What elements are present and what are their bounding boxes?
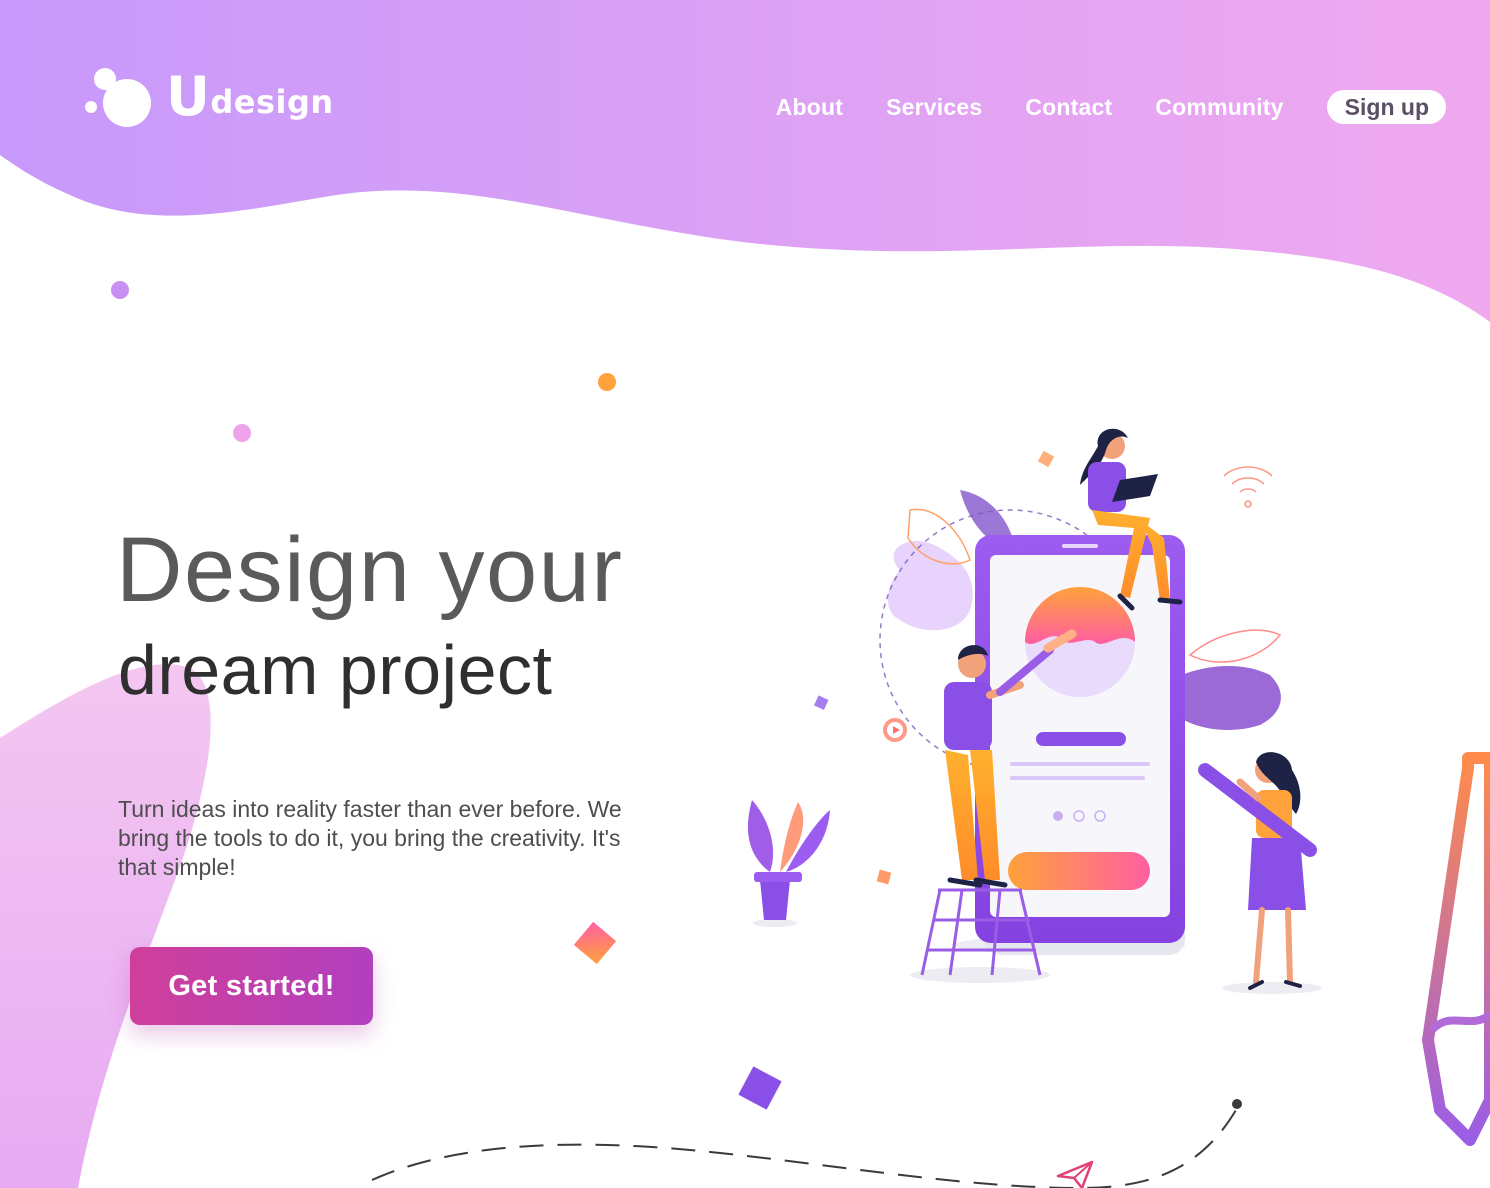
leaf-blob-left — [887, 540, 973, 631]
phone-speaker — [1062, 544, 1098, 548]
ground-shadow — [1222, 982, 1322, 994]
bubble-logo-icon — [85, 68, 151, 127]
leaf-blob-right — [1170, 665, 1281, 730]
phone-button — [1008, 852, 1150, 890]
nav-link-about[interactable]: About — [776, 90, 843, 124]
nav-link-services[interactable]: Services — [886, 90, 982, 124]
bottom-dashed-curve — [371, 1109, 1237, 1188]
nav-link-contact[interactable]: Contact — [1025, 90, 1112, 124]
woman-with-pencil — [1198, 752, 1317, 990]
dashed-curve-end-dot — [1232, 1099, 1242, 1109]
signup-button[interactable]: Sign up — [1326, 90, 1446, 124]
ground-shadow — [753, 919, 797, 927]
header-wave — [0, 0, 1490, 322]
nav-link-community[interactable]: Community — [1155, 90, 1283, 124]
phone-text-line — [1010, 776, 1145, 780]
play-icon — [883, 718, 907, 742]
left-blob — [0, 664, 211, 1188]
hero-title-line1: Design your — [116, 519, 624, 621]
wifi-icon — [1223, 466, 1273, 508]
phone-dot-active — [1053, 811, 1063, 821]
brand-logo[interactable]: Udesign — [84, 62, 344, 138]
leaf-outline-right — [1188, 629, 1282, 663]
phone-text-line — [1010, 762, 1150, 766]
ground-shadow — [910, 967, 1050, 983]
phone-title-bar — [1036, 732, 1126, 746]
potted-plant-icon — [747, 800, 830, 920]
people-designing-mobile-app-illustration — [747, 428, 1322, 994]
main-nav: About Services Contact Community Sign up — [776, 90, 1446, 124]
brand-name: Udesign — [166, 65, 334, 128]
hero-title-line2: dream project — [118, 631, 553, 709]
get-started-button[interactable]: Get started! — [130, 947, 373, 1025]
hero-description: Turn ideas into reality faster than ever… — [118, 796, 622, 880]
